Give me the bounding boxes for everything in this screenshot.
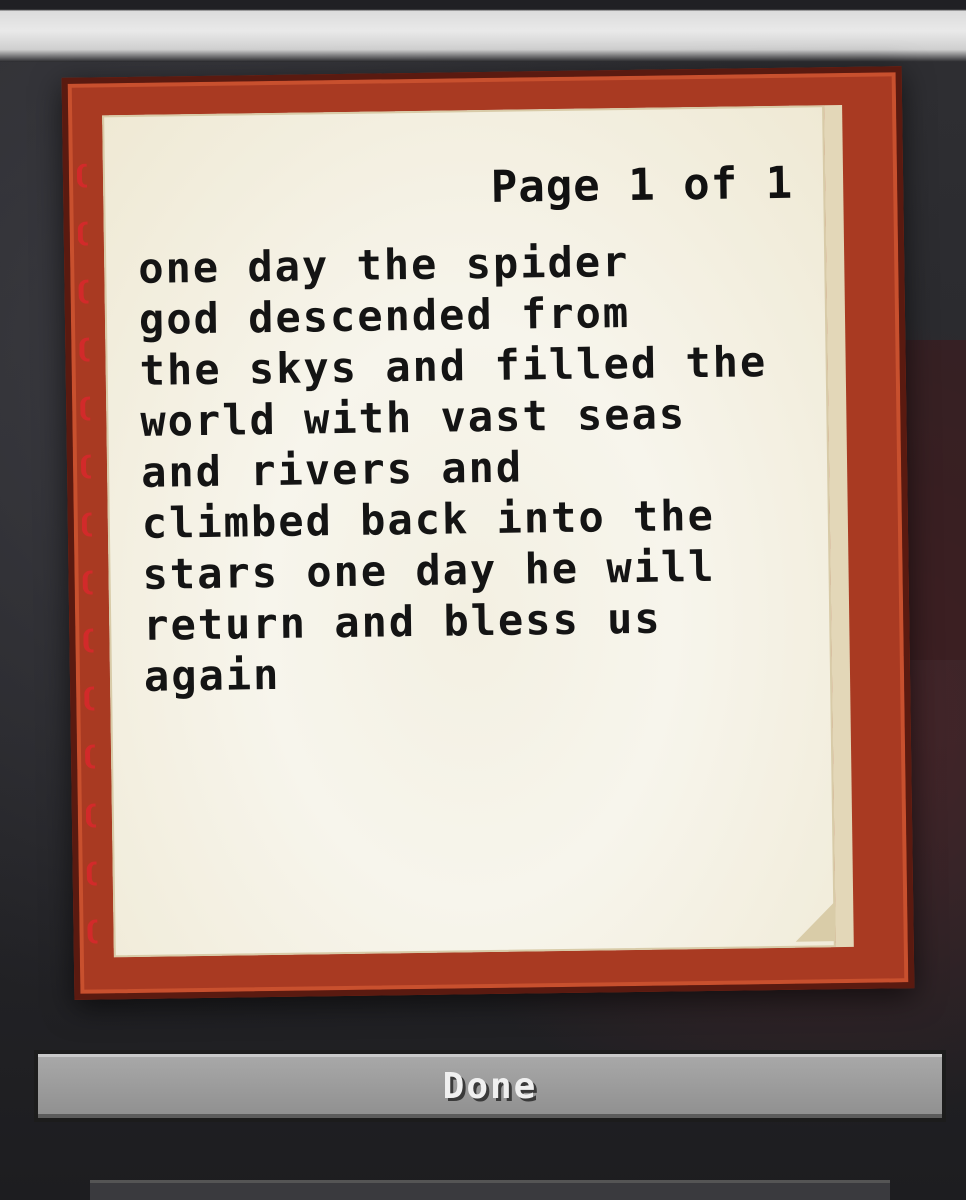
binding-ring [76,163,88,188]
done-button[interactable]: Done [34,1050,946,1122]
binding-ring [77,221,88,246]
binding-ring [85,803,97,828]
page-indicator: Page 1 of 1 [490,157,794,213]
book-cover: Page 1 of 1 one day the spider god desce… [61,66,915,1000]
binding-ring [86,861,97,886]
binding-ring [81,512,93,537]
binding-ring [84,686,95,711]
binding-ring [82,570,93,595]
binding-ring [78,279,89,304]
page-corner-fold [795,901,836,942]
book-text: one day the spider god descended from th… [137,237,768,701]
binding-ring [87,919,98,944]
binding-ring [79,337,90,363]
top-bar [0,0,966,62]
binding-ring [80,454,92,479]
binding-ring [83,628,94,653]
binding-ring [80,396,91,421]
hotbar-edge [90,1180,890,1200]
book-page: Page 1 of 1 one day the spider god desce… [76,105,854,958]
book-binding [76,163,108,944]
binding-ring [84,744,96,770]
game-screen: Page 1 of 1 one day the spider god desce… [0,0,966,1200]
done-button-label: Done [442,1065,538,1107]
